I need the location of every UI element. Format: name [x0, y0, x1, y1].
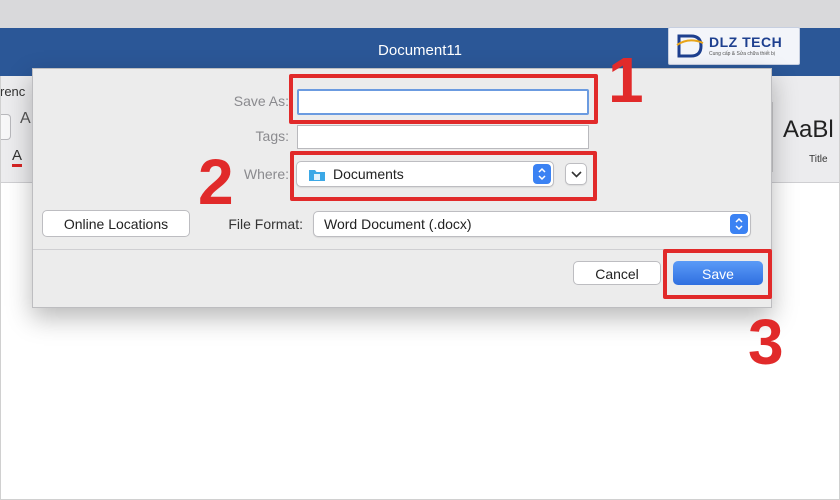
annotation-step-1: 1	[608, 44, 644, 116]
brand-tagline: Cung cấp & Sửa chữa thiết bị	[709, 51, 775, 57]
brand-logo-icon	[676, 34, 704, 58]
online-locations-button[interactable]: Online Locations	[42, 210, 190, 237]
annotation-step-3: 3	[748, 306, 784, 378]
styles-gallery[interactable]: AaBl Title	[772, 102, 840, 172]
file-format-popup[interactable]: Word Document (.docx)	[313, 211, 751, 237]
toolbar-button-partial[interactable]	[0, 114, 11, 140]
annotation-box-save	[663, 249, 772, 299]
style-sample-text: AaBl	[783, 116, 834, 143]
file-format-value: Word Document (.docx)	[324, 216, 472, 232]
tags-input[interactable]	[297, 125, 589, 149]
brand-watermark: DLZ TECH Cung cấp & Sửa chữa thiết bị	[668, 27, 800, 65]
brand-name: DLZ TECH	[709, 34, 783, 50]
font-color-button[interactable]: A	[12, 148, 23, 167]
ribbon-tab-partial[interactable]: renc	[0, 84, 25, 99]
annotation-step-2: 2	[198, 146, 234, 218]
save-as-label: Save As:	[233, 93, 289, 109]
style-name-title: Title	[809, 154, 828, 165]
cancel-button[interactable]: Cancel	[573, 261, 661, 285]
file-format-label: File Format:	[228, 216, 303, 232]
dialog-separator	[33, 249, 771, 250]
clear-format-icon[interactable]: A	[20, 110, 31, 128]
annotation-box-where	[290, 151, 597, 201]
annotation-box-save-as	[289, 74, 598, 124]
desktop-top-strip	[0, 0, 840, 28]
file-format-stepper-icon[interactable]	[730, 214, 748, 234]
tags-label: Tags:	[255, 128, 289, 144]
